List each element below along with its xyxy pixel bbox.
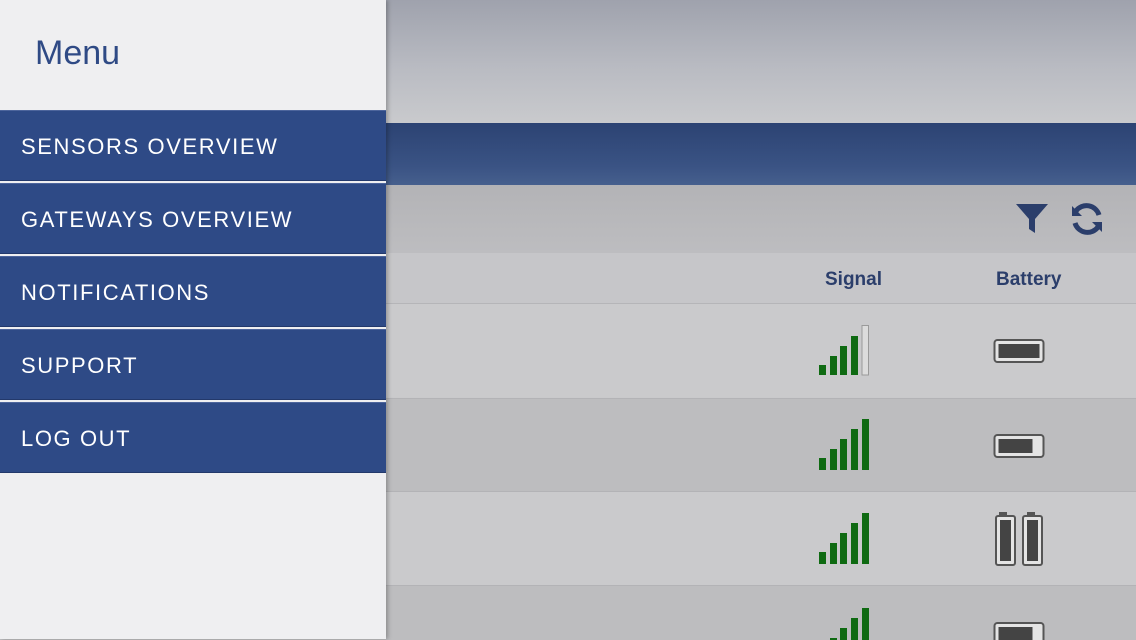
menu-item-log-out[interactable]: LOG OUT	[0, 402, 386, 473]
menu-title: Menu	[35, 34, 121, 72]
signal-strength-icon	[819, 513, 869, 564]
menu-item-notifications[interactable]: NOTIFICATIONS	[0, 256, 386, 327]
side-menu: Menu SENSORS OVERVIEW GATEWAYS OVERVIEW …	[0, 0, 386, 639]
signal-strength-icon	[830, 608, 869, 640]
menu-item-gateways-overview[interactable]: GATEWAYS OVERVIEW	[0, 183, 386, 254]
battery-pair-icon	[995, 512, 1043, 566]
battery-icon	[993, 339, 1045, 363]
menu-item-label: SUPPORT	[21, 353, 139, 378]
menu-item-label: SENSORS OVERVIEW	[21, 134, 279, 159]
signal-strength-icon	[819, 325, 869, 376]
battery-column-header: Battery	[996, 269, 1062, 290]
signal-column-header: Signal	[825, 269, 883, 290]
battery-icon	[993, 622, 1045, 640]
menu-list: SENSORS OVERVIEW GATEWAYS OVERVIEW NOTIF…	[0, 110, 386, 475]
filter-icon[interactable]	[1013, 200, 1051, 238]
menu-item-sensors-overview[interactable]: SENSORS OVERVIEW	[0, 110, 386, 181]
refresh-icon[interactable]	[1068, 200, 1106, 238]
menu-item-support[interactable]: SUPPORT	[0, 329, 386, 400]
menu-item-label: GATEWAYS OVERVIEW	[21, 207, 294, 232]
menu-item-label: NOTIFICATIONS	[21, 280, 211, 305]
signal-strength-icon	[819, 419, 869, 470]
menu-item-label: LOG OUT	[21, 426, 132, 451]
battery-icon	[993, 434, 1045, 458]
